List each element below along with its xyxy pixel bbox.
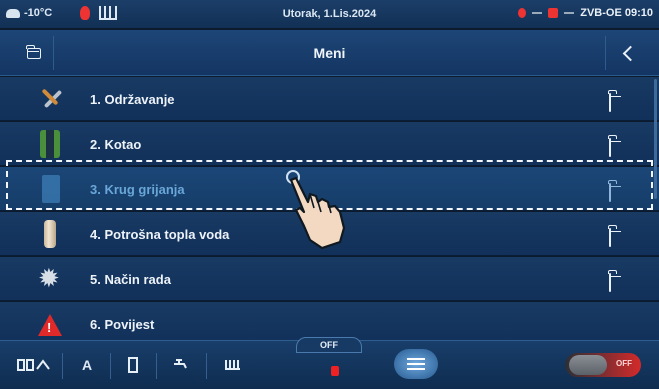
submenu-folder <box>609 183 611 202</box>
menu-header: Meni <box>0 30 659 76</box>
separator <box>62 353 63 379</box>
dash-icon <box>564 12 575 14</box>
menu-item-povijest[interactable]: 6. Povijest <box>0 302 659 340</box>
menu-item-kotao[interactable]: 2. Kotao <box>0 122 659 166</box>
menu-item-label: 4. Potrošna topla voda <box>90 227 230 242</box>
touch-hand-icon <box>286 170 346 250</box>
toggle-label: OFF <box>616 359 632 368</box>
submenu-folder <box>609 138 611 157</box>
mode-tab-label: OFF <box>320 340 338 350</box>
separator <box>206 353 207 379</box>
status-right: ZVB-OE 09:10 <box>518 7 653 19</box>
menu-item-label: 5. Način rada <box>90 272 171 287</box>
power-toggle[interactable]: OFF <box>565 353 641 377</box>
heating-circuit-icon <box>42 175 60 203</box>
menu-item-label: 3. Krug grijanja <box>90 182 185 197</box>
bottom-bar: A OFF OFF <box>0 337 659 389</box>
folder-icon <box>609 93 611 112</box>
home-mode-button[interactable] <box>14 353 54 377</box>
submenu-folder <box>609 273 611 292</box>
menu-item-nacin-rada[interactable]: 5. Način rada <box>0 257 659 301</box>
submenu-folder <box>609 228 611 247</box>
folder-icon <box>609 228 611 247</box>
auto-button[interactable]: A <box>72 353 102 377</box>
home-mode-icon <box>17 359 50 371</box>
tap-button[interactable] <box>164 353 198 377</box>
radiator-icon <box>225 360 240 370</box>
folder-icon <box>609 138 611 157</box>
page-title: Meni <box>313 45 346 61</box>
main-menu-button[interactable] <box>394 349 438 379</box>
menu-item-label: 1. Održavanje <box>90 92 175 107</box>
menu-item-label: 6. Povijest <box>90 317 155 332</box>
menu-item-odrzavanje[interactable]: 1. Održavanje <box>0 77 659 121</box>
device-time: ZVB-OE 09:10 <box>580 7 653 19</box>
back-button[interactable] <box>605 36 649 70</box>
status-bar: -10°C Utorak, 1.Lis.2024 ZVB-OE 09:10 <box>0 0 659 28</box>
chevron-left-icon <box>622 45 638 61</box>
tools-icon <box>36 85 64 113</box>
tap-icon <box>174 359 187 369</box>
submenu-folder <box>609 93 611 112</box>
folder-icon <box>609 183 611 202</box>
separator <box>156 353 157 379</box>
radiator-button[interactable] <box>216 353 250 377</box>
menu-item-label: 2. Kotao <box>90 137 142 152</box>
toggle-knob[interactable] <box>569 355 607 375</box>
gear-icon <box>36 263 64 294</box>
pump-icon <box>548 8 559 18</box>
menu-icon <box>407 363 425 365</box>
warning-icon <box>36 310 64 338</box>
mode-tab[interactable]: OFF <box>296 337 362 353</box>
boiler-small-icon <box>128 357 138 373</box>
water-tank-icon <box>44 220 56 248</box>
separator <box>110 353 111 379</box>
signal-icon <box>532 12 543 14</box>
scrollbar[interactable] <box>654 79 657 199</box>
boiler-button[interactable] <box>118 353 148 377</box>
folder-icon <box>609 273 611 292</box>
alarm-icon <box>518 8 527 18</box>
auto-label: A <box>81 357 93 373</box>
stop-indicator-icon <box>331 366 339 376</box>
boiler-icon <box>40 130 60 158</box>
